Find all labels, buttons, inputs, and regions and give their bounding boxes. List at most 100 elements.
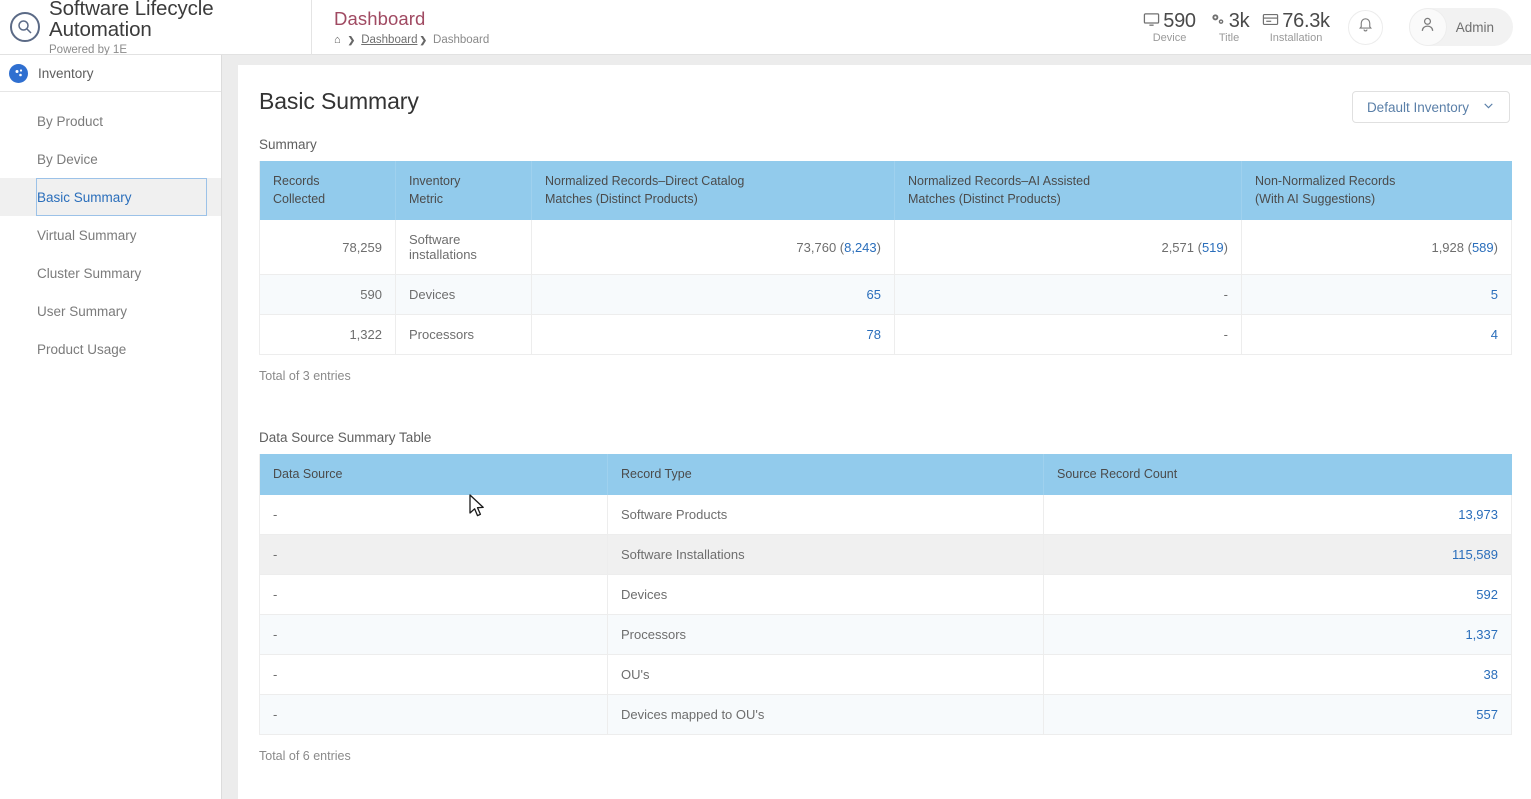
sidebar-item-by-product[interactable]: By Product	[0, 102, 221, 140]
col-line-2: Matches (Distinct Products)	[545, 192, 698, 207]
summary-total: Total of 3 entries	[259, 369, 351, 384]
cell-source-record-count[interactable]: 13,973	[1043, 495, 1512, 536]
datasource-table: Data Source Record Type Source Record Co…	[259, 454, 1512, 736]
cell-normalized-direct: 65	[531, 274, 895, 316]
gears-icon	[1209, 11, 1226, 33]
cell-normalized-ai: -	[894, 314, 1242, 356]
avatar	[1408, 8, 1447, 46]
cell-source-record-count[interactable]: 115,589	[1043, 534, 1512, 576]
sidebar-item-label: Basic Summary	[37, 189, 132, 205]
sidebar-item-product-usage[interactable]: Product Usage	[0, 330, 221, 368]
table-row[interactable]: 1,322 Processors 78 - 4	[259, 314, 1512, 356]
summary-caption: Summary	[259, 137, 317, 152]
cell-non-normalized: 5	[1241, 274, 1512, 316]
sidebar-item-user-summary[interactable]: User Summary	[0, 292, 221, 330]
table-row[interactable]: - Devices 592	[259, 574, 1512, 616]
sidebar-item-label: Cluster Summary	[37, 265, 142, 281]
table-row[interactable]: - Software Installations 115,589	[259, 534, 1512, 576]
value-close: )	[876, 239, 881, 255]
page-title: Dashboard	[334, 8, 426, 29]
cell-source-record-count[interactable]: 1,337	[1043, 614, 1512, 656]
breadcrumb-separator: ❯	[347, 34, 356, 45]
value-link[interactable]: 65	[867, 287, 881, 302]
breadcrumb-link-dashboard[interactable]: Dashboard	[361, 34, 417, 46]
sidebar-item-virtual-summary[interactable]: Virtual Summary	[0, 216, 221, 254]
col-line-2: Collected	[273, 192, 326, 207]
top-bar: Software Lifecycle Automation Powered by…	[0, 0, 1531, 56]
cell-data-source: -	[259, 654, 608, 696]
cell-record-type: Processors	[607, 614, 1044, 656]
sidebar-item-basic-summary[interactable]: Basic Summary	[0, 178, 221, 216]
col-data-source[interactable]: Data Source	[259, 454, 608, 496]
table-row[interactable]: - Processors 1,337	[259, 614, 1512, 656]
cell-data-source: -	[259, 694, 608, 736]
cell-source-record-count[interactable]: 557	[1043, 694, 1512, 736]
cell-normalized-direct: 73,760 (8,243)	[531, 220, 895, 276]
sidebar-item-cluster-summary[interactable]: Cluster Summary	[0, 254, 221, 292]
user-menu[interactable]: Admin	[1408, 8, 1513, 46]
table-row[interactable]: - OU's 38	[259, 654, 1512, 696]
summary-table: Records Collected Inventory Metric Normali…	[259, 161, 1512, 356]
brand[interactable]: Software Lifecycle Automation Powered by…	[0, 0, 311, 56]
sidebar-item-label: Virtual Summary	[37, 227, 137, 243]
sidebar-header-label: Inventory	[38, 65, 94, 81]
notifications-button[interactable]	[1347, 9, 1383, 45]
sidebar-item-label: By Device	[37, 151, 98, 167]
col-inventory-metric[interactable]: Inventory Metric	[395, 161, 532, 221]
user-icon	[1418, 15, 1437, 39]
cell-non-normalized: 4	[1241, 314, 1512, 356]
inventory-selector-button[interactable]: Default Inventory	[1351, 91, 1510, 123]
col-line-2: Metric	[409, 192, 444, 207]
cell-records-collected: 590	[259, 274, 396, 316]
value-close: )	[1223, 239, 1228, 255]
table-row[interactable]: - Software Products 13,973	[259, 495, 1512, 536]
brand-title: Software Lifecycle Automation	[49, 0, 214, 42]
magnifier-circle-icon	[10, 12, 40, 42]
value-main: 73,760 (	[796, 239, 845, 255]
sidebar-header[interactable]: Inventory	[0, 55, 221, 92]
cell-record-type: Devices	[607, 574, 1044, 616]
col-non-normalized[interactable]: Non-Normalized Records (With AI Suggestio…	[1241, 161, 1512, 221]
value-link[interactable]: 78	[867, 327, 881, 342]
table-header-row: Records Collected Inventory Metric Normali…	[259, 161, 1512, 221]
table-row[interactable]: 590 Devices 65 - 5	[259, 274, 1512, 316]
cell-inventory-metric: Software installations	[395, 220, 532, 276]
value-link[interactable]: 5	[1491, 287, 1498, 302]
col-records-collected[interactable]: Records Collected	[259, 161, 396, 221]
sidebar-menu: By Product By Device Basic Summary Virtu…	[0, 92, 221, 368]
breadcrumb: ⌂ ❯ Dashboard ❯ Dashboard	[334, 34, 489, 46]
value-main: 1,928 (	[1431, 239, 1472, 255]
value-link[interactable]: 4	[1491, 327, 1498, 342]
value-main: -	[1223, 287, 1228, 303]
value-link[interactable]: 519	[1202, 240, 1224, 255]
stats-group: 590 Device 3k Title 76.3k Installation	[1143, 10, 1347, 44]
cell-source-record-count[interactable]: 38	[1043, 654, 1512, 696]
bell-icon	[1357, 16, 1374, 38]
cell-inventory-metric: Devices	[395, 274, 532, 316]
col-record-type[interactable]: Record Type	[607, 454, 1044, 496]
sidebar-item-label: By Product	[37, 113, 104, 129]
value-link[interactable]: 589	[1472, 240, 1494, 255]
stat-installation[interactable]: 76.3k Installation	[1262, 10, 1330, 44]
stat-title[interactable]: 3k Title	[1209, 10, 1250, 44]
stat-device[interactable]: 590 Device	[1143, 10, 1196, 44]
inventory-selector-label: Default Inventory	[1366, 99, 1469, 115]
server-icon	[1262, 11, 1279, 33]
cell-data-source: -	[259, 495, 608, 536]
value-link[interactable]: 8,243	[844, 240, 877, 255]
col-line-1: Inventory	[409, 174, 461, 188]
cell-record-type: Software Products	[607, 495, 1044, 536]
sidebar-item-label: User Summary	[37, 303, 128, 319]
col-normalized-ai[interactable]: Normalized Records–AI Assisted Matches (D…	[894, 161, 1242, 221]
sidebar-item-by-device[interactable]: By Device	[0, 140, 221, 178]
user-name: Admin	[1455, 19, 1494, 35]
table-row[interactable]: 78,259 Software installations 73,760 (8,…	[259, 220, 1512, 276]
sidebar: Inventory By Product By Device Basic Sum…	[0, 55, 222, 799]
home-icon[interactable]: ⌂	[334, 34, 341, 46]
col-line-1: Normalized Records–AI Assisted	[908, 174, 1091, 188]
table-row[interactable]: - Devices mapped to OU's 557	[259, 694, 1512, 736]
col-normalized-direct[interactable]: Normalized Records–Direct Catalog Matches…	[531, 161, 895, 221]
cell-source-record-count[interactable]: 592	[1043, 574, 1512, 616]
col-source-record-count[interactable]: Source Record Count	[1043, 454, 1512, 496]
cell-data-source: -	[259, 574, 608, 616]
